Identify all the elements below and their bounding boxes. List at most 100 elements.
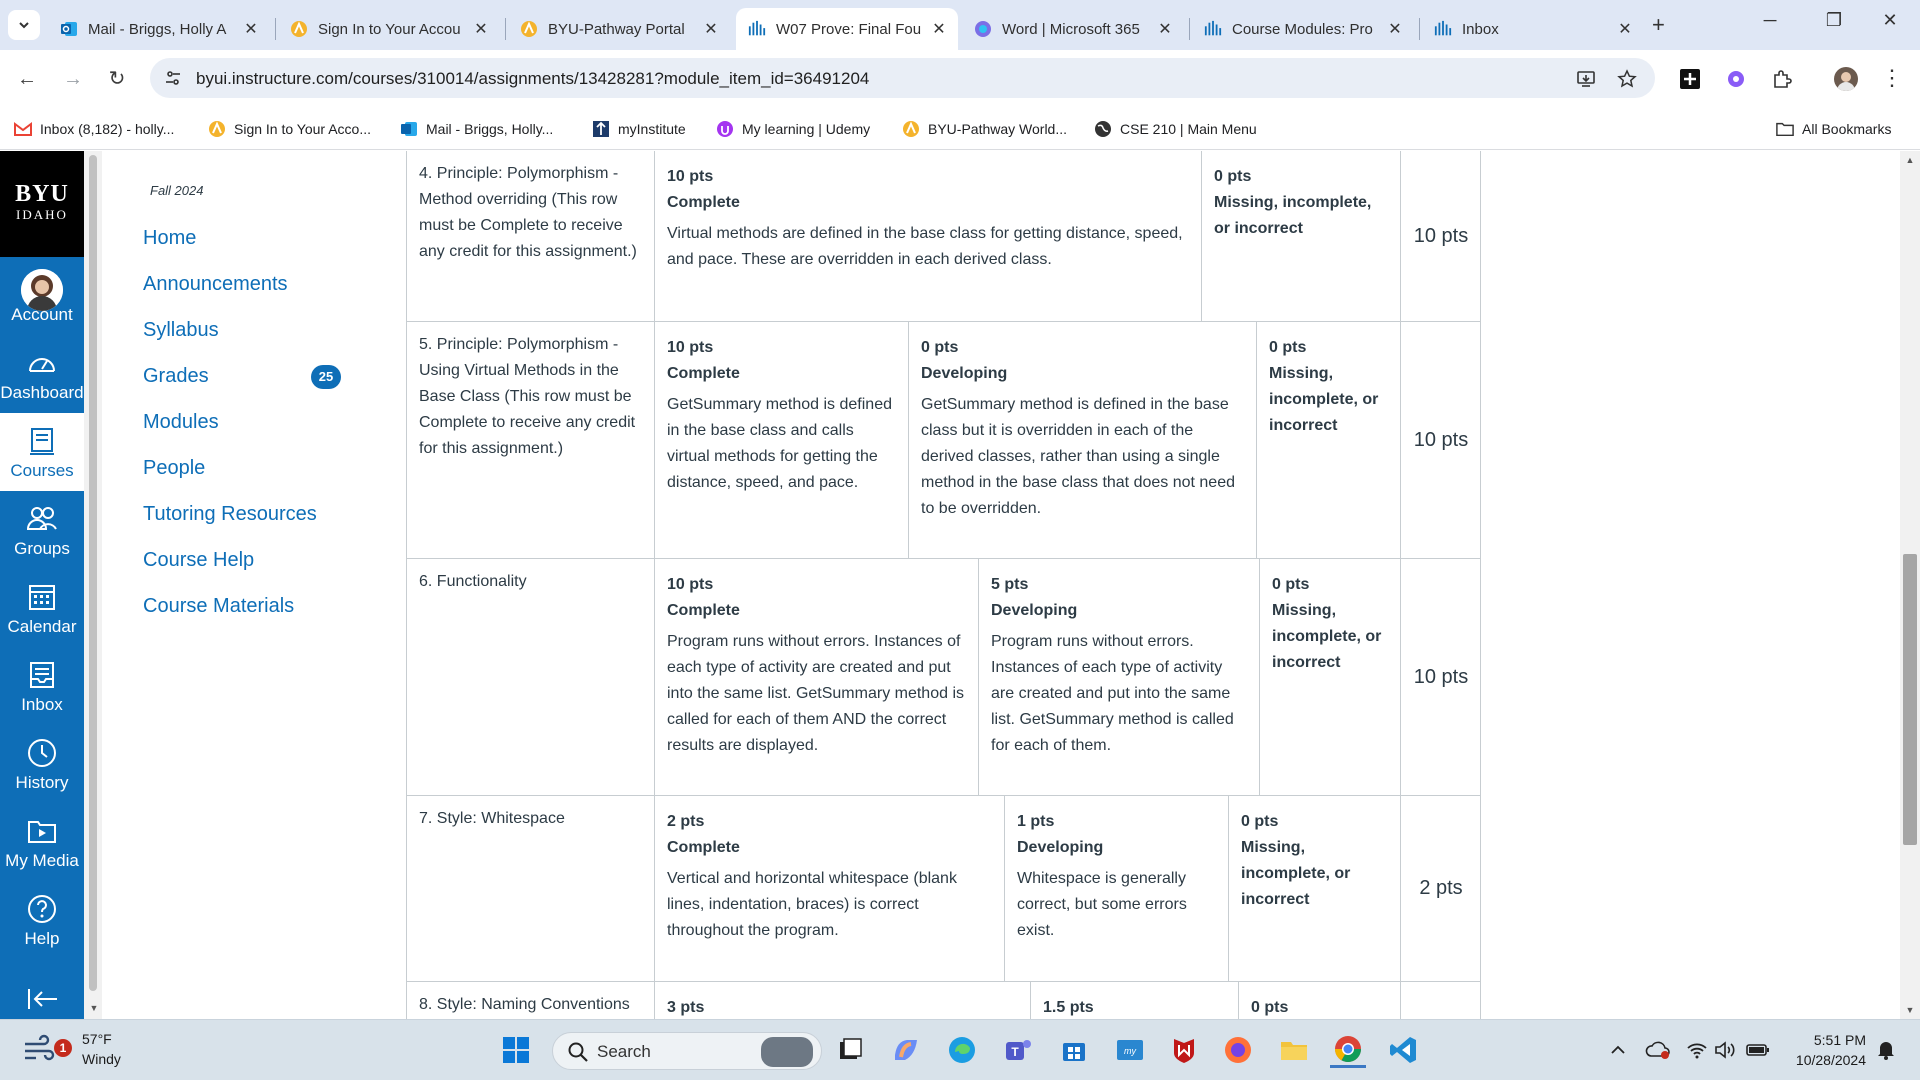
taskbar-app-firefox[interactable] xyxy=(1220,1032,1256,1068)
bookmark-item[interactable]: My learning | Udemy xyxy=(716,116,870,142)
taskbar-search[interactable]: Search xyxy=(552,1032,822,1070)
taskbar-app-teams[interactable]: T xyxy=(1000,1032,1036,1068)
new-tab-button[interactable]: + xyxy=(1652,12,1665,38)
more-menu-icon[interactable]: ⋮ xyxy=(1880,67,1904,91)
task-view-button[interactable] xyxy=(832,1032,868,1068)
forward-button[interactable]: → xyxy=(58,64,88,94)
nav-scrollbar[interactable]: ▼ xyxy=(84,151,102,1019)
course-nav-modules[interactable]: Modules xyxy=(143,411,219,434)
bookmark-item[interactable]: Inbox (8,182) - holly... xyxy=(14,116,174,142)
nav-help[interactable]: Help xyxy=(0,881,84,959)
site-info-icon[interactable] xyxy=(164,69,182,87)
extension-plus-icon[interactable] xyxy=(1678,67,1702,91)
course-nav-home[interactable]: Home xyxy=(143,227,196,250)
taskbar-app-store[interactable] xyxy=(1056,1032,1092,1068)
search-highlight-image xyxy=(761,1037,813,1067)
close-icon[interactable]: ✕ xyxy=(1386,19,1404,39)
browser-tab[interactable]: Inbox ✕ xyxy=(1422,8,1644,50)
course-nav-grades[interactable]: Grades xyxy=(143,365,209,388)
taskbar-app-chrome[interactable] xyxy=(1330,1032,1366,1068)
course-nav-course-help[interactable]: Course Help xyxy=(143,549,254,572)
extension-gear-icon[interactable] xyxy=(1724,67,1748,91)
bookmark-item[interactable]: Mail - Briggs, Holly... xyxy=(400,116,553,142)
browser-tab[interactable]: BYU-Pathway Portal ✕ xyxy=(508,8,730,50)
back-button[interactable]: ← xyxy=(12,64,42,94)
weather-widget[interactable]: 1 57°F Windy xyxy=(18,1030,138,1072)
wifi-status[interactable] xyxy=(1684,1038,1710,1062)
course-nav-tutoring-resources[interactable]: Tutoring Resources xyxy=(143,503,317,526)
nav-my-media[interactable]: My Media xyxy=(0,803,84,881)
scroll-down-arrow[interactable]: ▼ xyxy=(1900,1001,1920,1019)
rating-points: 0 pts xyxy=(921,339,959,356)
close-icon[interactable]: ✕ xyxy=(242,19,260,39)
nav-account[interactable]: Account xyxy=(0,257,84,335)
extensions-puzzle-icon[interactable] xyxy=(1770,67,1794,91)
scroll-down-arrow[interactable]: ▼ xyxy=(84,999,104,1017)
browser-tab[interactable]: Mail - Briggs, Holly A ✕ xyxy=(48,8,270,50)
all-bookmarks-button[interactable]: All Bookmarks xyxy=(1776,116,1891,142)
show-hidden-icons-button[interactable] xyxy=(1606,1038,1630,1062)
close-icon[interactable]: ✕ xyxy=(702,19,720,39)
pathway-icon xyxy=(520,20,538,38)
nav-history[interactable]: History xyxy=(0,725,84,803)
browser-tab[interactable]: Course Modules: Pro ✕ xyxy=(1192,8,1414,50)
criterion-description: 4. Principle: Polymorphism - Method over… xyxy=(407,151,655,321)
bookmark-item[interactable]: Sign In to Your Acco... xyxy=(208,116,371,142)
windy-weather-icon xyxy=(25,1034,55,1061)
course-nav-course-materials[interactable]: Course Materials xyxy=(143,595,294,618)
bookmark-item[interactable]: BYU-Pathway World... xyxy=(902,116,1067,142)
bookmark-star-icon[interactable] xyxy=(1617,69,1637,89)
bookmark-item[interactable]: CSE 210 | Main Menu xyxy=(1094,116,1257,142)
nav-calendar[interactable]: Calendar xyxy=(0,569,84,647)
close-icon[interactable]: ✕ xyxy=(1156,19,1174,39)
course-nav-announcements[interactable]: Announcements xyxy=(143,273,288,296)
wifi-icon xyxy=(1687,1043,1707,1059)
folder-icon xyxy=(1776,120,1794,138)
reload-button[interactable]: ↻ xyxy=(102,64,132,94)
system-clock[interactable]: 5:51 PM 10/28/2024 xyxy=(1782,1030,1866,1070)
browser-tab[interactable]: Word | Microsoft 365 ✕ xyxy=(962,8,1184,50)
taskbar-app-mcafee[interactable] xyxy=(1166,1032,1202,1068)
taskbar-app-copilot[interactable] xyxy=(888,1032,924,1068)
start-button[interactable] xyxy=(498,1032,534,1068)
profile-avatar[interactable] xyxy=(1834,67,1858,91)
close-icon[interactable]: ✕ xyxy=(930,19,948,39)
taskbar-app-myapp[interactable]: my xyxy=(1112,1032,1148,1068)
collapse-nav-icon[interactable] xyxy=(26,987,60,1011)
tab-search-button[interactable] xyxy=(8,10,40,40)
course-nav-people[interactable]: People xyxy=(143,457,205,480)
bookmark-label: Sign In to Your Acco... xyxy=(234,121,371,137)
page-scrollbar[interactable]: ▲ ▼ xyxy=(1900,151,1920,1019)
nav-inbox[interactable]: Inbox xyxy=(0,647,84,725)
nav-groups[interactable]: Groups xyxy=(0,491,84,569)
nav-courses[interactable]: Courses xyxy=(0,413,84,491)
close-icon[interactable]: ✕ xyxy=(472,19,490,39)
gmail-icon xyxy=(14,120,32,138)
battery-status[interactable] xyxy=(1744,1038,1772,1062)
bookmark-item[interactable]: myInstitute xyxy=(592,116,686,142)
scrollbar-thumb[interactable] xyxy=(89,155,97,991)
scroll-up-arrow[interactable]: ▲ xyxy=(1900,151,1920,169)
taskbar-app-edge[interactable] xyxy=(944,1032,980,1068)
install-app-icon[interactable] xyxy=(1576,69,1596,89)
browser-tab[interactable]: Sign In to Your Accou ✕ xyxy=(278,8,500,50)
byu-idaho-logo[interactable]: BYU IDAHO xyxy=(0,151,84,257)
minimize-button[interactable]: ─ xyxy=(1750,10,1790,31)
nav-label: Help xyxy=(24,929,60,948)
close-window-button[interactable]: ✕ xyxy=(1870,10,1910,31)
rating-cell: 0 pts Missing, incomplete, or incorrect xyxy=(1229,796,1401,981)
scrollbar-thumb[interactable] xyxy=(1903,554,1917,845)
taskbar-app-file-explorer[interactable] xyxy=(1276,1032,1312,1068)
rating-points: 5 pts xyxy=(991,576,1029,593)
close-icon[interactable]: ✕ xyxy=(1616,19,1634,39)
notifications-button[interactable] xyxy=(1874,1038,1898,1062)
onedrive-status[interactable] xyxy=(1644,1038,1672,1062)
browser-tab-active[interactable]: W07 Prove: Final Fou ✕ xyxy=(736,8,958,50)
taskbar-app-vscode[interactable] xyxy=(1386,1032,1422,1068)
volume-status[interactable] xyxy=(1712,1038,1738,1062)
course-nav-syllabus[interactable]: Syllabus xyxy=(143,319,219,342)
pathway-icon xyxy=(902,120,920,138)
address-bar[interactable]: byui.instructure.com/courses/310014/assi… xyxy=(150,58,1655,98)
restore-button[interactable]: ❐ xyxy=(1814,10,1854,31)
nav-dashboard[interactable]: Dashboard xyxy=(0,335,84,413)
